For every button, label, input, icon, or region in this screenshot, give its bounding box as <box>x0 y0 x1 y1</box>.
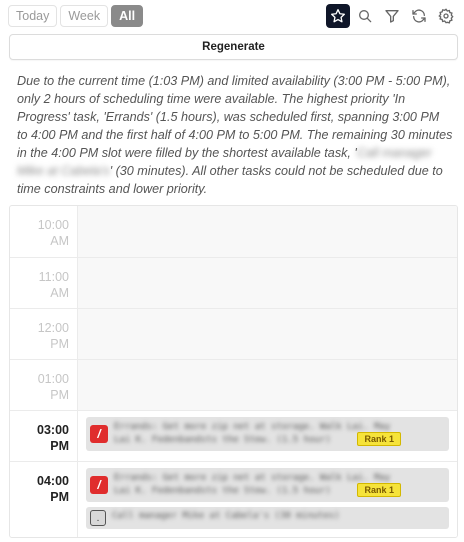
slot-cell[interactable] <box>77 360 457 410</box>
star-button[interactable] <box>326 4 350 28</box>
settings-icon <box>438 8 454 24</box>
rank-badge: Rank 1 <box>357 432 401 446</box>
slot-10am: 10:00 AM <box>10 206 457 257</box>
toolbar: Today Week All <box>8 4 458 28</box>
slot-cell[interactable] <box>77 258 457 308</box>
slot-time-label: 01:00 PM <box>37 372 69 402</box>
task-card-errands[interactable]: / Errands: Get more zip net at storage. … <box>86 417 449 451</box>
filter-button[interactable] <box>380 4 404 28</box>
tab-all[interactable]: All <box>111 5 144 27</box>
priority-low-icon: . <box>90 510 106 526</box>
slot-time-label: 04:00 PM <box>37 474 69 504</box>
task-text: Call manager Mike at Cabela's (30 minute… <box>112 511 340 521</box>
tool-buttons <box>326 4 458 28</box>
slot-cell[interactable]: / Errands: Get more zip net at storage. … <box>77 411 457 461</box>
slot-cell[interactable]: / Errands: Get more zip net at storage. … <box>77 462 457 537</box>
schedule-explanation: Due to the current time (1:03 PM) and li… <box>17 72 453 198</box>
slot-1pm: 01:00 PM <box>10 359 457 410</box>
refresh-button[interactable] <box>407 4 431 28</box>
search-button[interactable] <box>353 4 377 28</box>
tab-today[interactable]: Today <box>8 5 58 27</box>
settings-button[interactable] <box>434 4 458 28</box>
slot-3pm: 03:00 PM / Errands: Get more zip net at s… <box>10 410 457 461</box>
priority-high-icon: / <box>90 425 108 443</box>
priority-high-icon: / <box>90 476 108 494</box>
slot-12pm: 12:00 PM <box>10 308 457 359</box>
filter-icon <box>385 10 399 23</box>
task-card-errands[interactable]: / Errands: Get more zip net at storage. … <box>86 468 449 502</box>
regenerate-button[interactable]: Regenerate <box>9 34 458 60</box>
slot-time-label: 11:00 AM <box>38 270 69 300</box>
tab-week[interactable]: Week <box>60 5 109 27</box>
slot-cell[interactable] <box>77 309 457 359</box>
task-card-call[interactable]: . Call manager Mike at Cabela's (30 minu… <box>86 507 449 529</box>
slot-11am: 11:00 AM <box>10 257 457 308</box>
rank-badge: Rank 1 <box>357 483 401 497</box>
view-switcher: Today Week All <box>8 5 144 27</box>
search-icon <box>359 10 372 23</box>
schedule-grid: 10:00 AM 11:00 AM 12:00 PM 01:00 PM 03:00 PM … <box>9 205 458 538</box>
slot-4pm: 04:00 PM / Errands: Get more zip net at s… <box>10 461 457 537</box>
slot-cell[interactable] <box>77 206 457 257</box>
refresh-icon <box>412 9 426 23</box>
slot-time-label: 12:00 PM <box>37 321 69 351</box>
slot-time-label: 03:00 PM <box>37 423 69 453</box>
star-icon <box>331 9 345 23</box>
slot-time-label: 10:00 AM <box>37 218 69 248</box>
